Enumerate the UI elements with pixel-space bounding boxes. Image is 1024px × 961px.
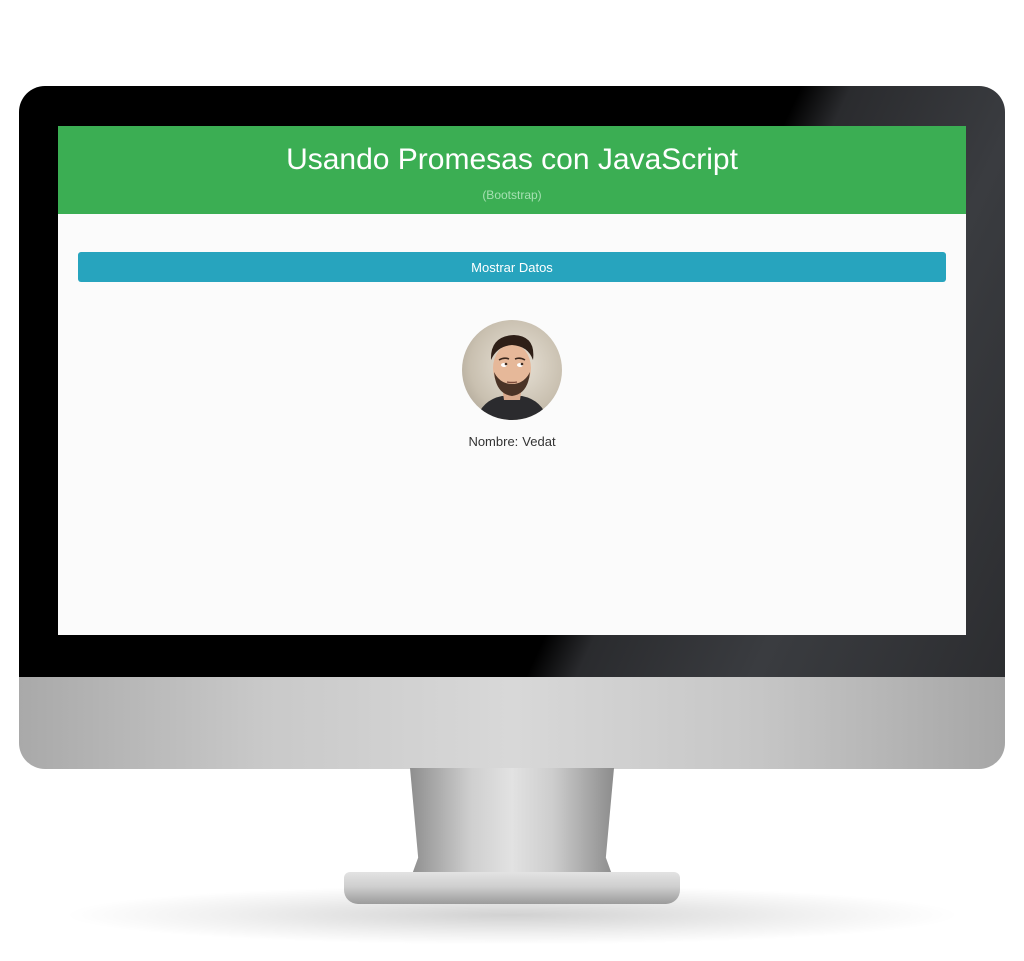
user-name: Nombre: Vedat xyxy=(78,434,946,449)
avatar-portrait xyxy=(476,335,548,420)
user-photo-icon xyxy=(462,320,562,420)
show-data-button[interactable]: Mostrar Datos xyxy=(78,252,946,282)
monitor-mockup: Usando Promesas con JavaScript (Bootstra… xyxy=(0,0,1024,961)
page-header: Usando Promesas con JavaScript (Bootstra… xyxy=(58,126,966,214)
screen: Usando Promesas con JavaScript (Bootstra… xyxy=(58,126,966,635)
monitor-stand-neck xyxy=(410,768,614,880)
user-name-value: Vedat xyxy=(522,434,556,449)
user-name-label: Nombre: xyxy=(468,434,519,449)
page-title: Usando Promesas con JavaScript xyxy=(286,143,738,176)
main-content: Mostrar Datos Nombre: Vedat xyxy=(58,214,966,449)
monitor-stand-base xyxy=(344,872,680,904)
page-subtitle: (Bootstrap) xyxy=(482,188,542,202)
monitor-chin xyxy=(19,677,1005,769)
